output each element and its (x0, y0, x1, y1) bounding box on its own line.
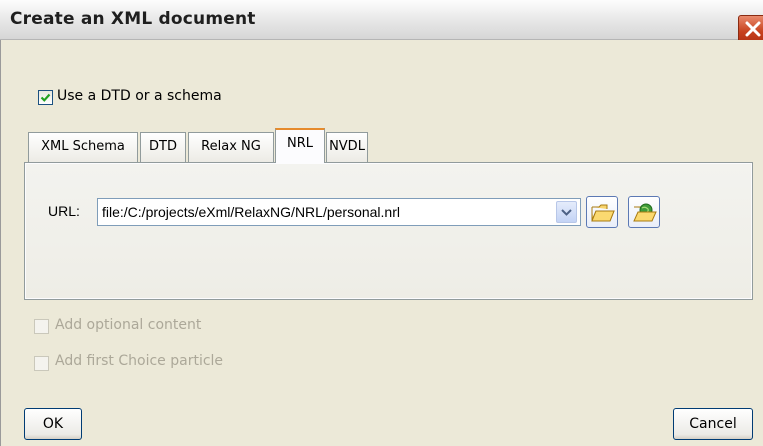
close-button[interactable] (738, 15, 763, 43)
open-url-folder-icon (633, 203, 657, 222)
url-label: URL: (48, 203, 80, 219)
tab-panel-nrl (24, 162, 753, 300)
tab-relax-ng[interactable]: Relax NG (188, 132, 274, 162)
close-icon (745, 21, 761, 37)
use-dtd-schema-checkbox[interactable] (38, 90, 53, 105)
tab-nrl[interactable]: NRL (275, 128, 325, 163)
create-xml-dialog: Create an XML document Use a DTD or a sc… (0, 0, 763, 446)
add-optional-content-checkbox[interactable] (34, 319, 49, 334)
chevron-down-icon (561, 209, 572, 216)
add-first-choice-checkbox[interactable] (34, 356, 49, 371)
url-input[interactable]: file:/C:/projects/eXml/RelaxNG/NRL/perso… (97, 198, 581, 226)
tab-xml-schema[interactable]: XML Schema (28, 132, 138, 162)
cancel-button[interactable]: Cancel (673, 408, 753, 440)
browse-url-button[interactable] (628, 196, 660, 228)
add-first-choice-label: Add first Choice particle (55, 353, 224, 369)
ok-button[interactable]: OK (24, 408, 82, 440)
title-bar: Create an XML document (0, 0, 763, 43)
url-dropdown-button[interactable] (556, 201, 577, 223)
checkmark-icon (40, 93, 51, 102)
browse-folder-button[interactable] (586, 196, 618, 228)
tab-nvdl[interactable]: NVDL (326, 132, 368, 162)
dialog-title: Create an XML document (10, 9, 256, 29)
open-folder-icon (591, 204, 615, 222)
add-optional-content-label: Add optional content (55, 317, 202, 333)
use-dtd-schema-label[interactable]: Use a DTD or a schema (57, 88, 222, 104)
tab-dtd[interactable]: DTD (140, 132, 186, 162)
